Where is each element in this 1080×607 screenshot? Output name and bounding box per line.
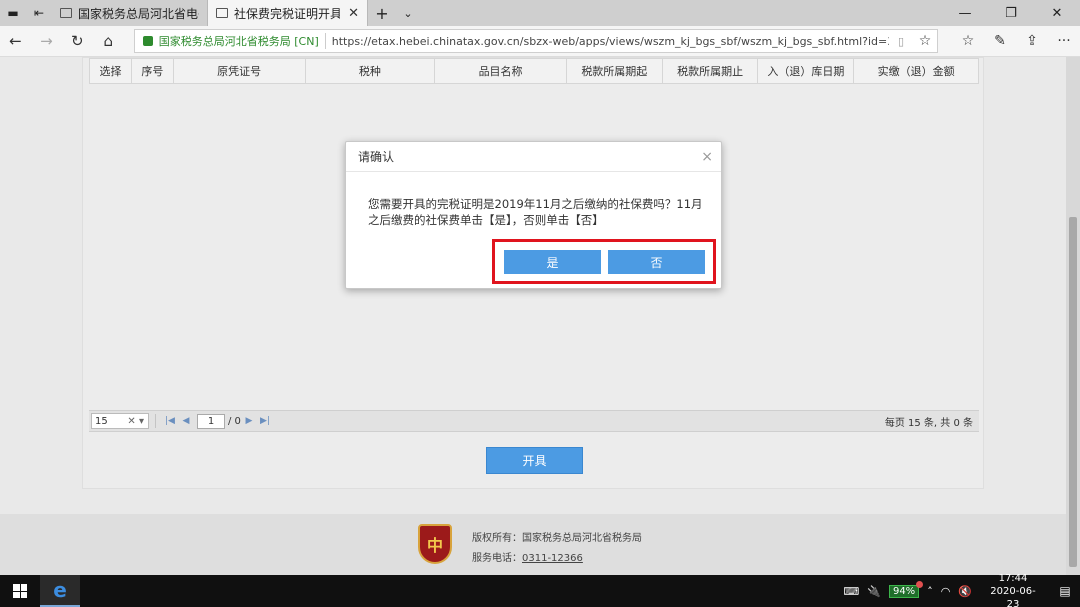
dialog-header: 请确认 × (346, 142, 721, 172)
last-page-icon[interactable]: ▶| (257, 416, 273, 426)
volume-muted-icon[interactable]: 🔇 (958, 585, 972, 598)
new-tab-button[interactable]: + (368, 0, 396, 26)
table-header: 选择 序号 原凭证号 税种 品目名称 税款所属期起 税款所属期止 入（退）库日期… (89, 58, 979, 84)
total-pages: / 0 (228, 415, 241, 427)
scrollbar-thumb[interactable] (1069, 217, 1077, 567)
close-icon[interactable]: × (701, 149, 713, 165)
tab-actions-icon[interactable]: ▬ (0, 0, 26, 26)
no-button[interactable]: 否 (608, 250, 705, 274)
favorites-icon[interactable]: ☆ (952, 33, 984, 49)
page-number-input[interactable]: 1 (197, 413, 225, 429)
page-scrollbar[interactable] (1066, 57, 1080, 575)
web-page: 选择 序号 原凭证号 税种 品目名称 税款所属期起 税款所属期止 入（退）库日期… (0, 57, 1066, 575)
next-page-icon[interactable]: ▶ (241, 416, 257, 426)
home-icon[interactable]: ⌂ (93, 26, 124, 57)
time: 17:44 (998, 572, 1028, 584)
column-header: 入（退）库日期 (758, 59, 855, 83)
pagination-bar: 15 ✕ ▾ |◀ ◀ 1 / 0 ▶ ▶| 每页 15 条, 共 0 条 (89, 410, 979, 432)
window-controls: — ❐ ✕ (942, 0, 1080, 26)
issue-button[interactable]: 开具 (486, 447, 583, 474)
favorite-star-icon[interactable]: ☆ (913, 33, 937, 49)
browser-tab[interactable]: 国家税务总局河北省电子税 (52, 0, 208, 26)
start-button[interactable] (0, 575, 40, 607)
service-phone: 服务电话：0311-12366 (472, 549, 583, 564)
address-bar[interactable]: 国家税务总局河北省税务局 [CN] https://etax.hebei.chi… (133, 29, 939, 53)
plug-icon: 🔌 (867, 584, 881, 598)
column-header: 品目名称 (435, 59, 567, 83)
close-window-icon[interactable]: ✕ (1034, 0, 1080, 26)
forward-arrow-icon[interactable]: → (31, 26, 62, 57)
column-header: 税种 (306, 59, 436, 83)
column-header: 原凭证号 (174, 59, 306, 83)
site-identity: 国家税务总局河北省税务局 [CN] (159, 33, 326, 49)
windows-logo-icon (13, 584, 27, 598)
edge-icon[interactable]: e (40, 575, 80, 607)
browser-tab-active[interactable]: 社保费完税证明开具（非 ✕ (208, 0, 368, 26)
tab-menu-chevron-icon[interactable]: ⌄ (396, 0, 420, 26)
date: 2020-06-23 (990, 585, 1036, 607)
footer: 中 版权所有：国家税务总局河北省税务局 服务电话：0311-12366 (0, 514, 1066, 575)
phone-link[interactable]: 0311-12366 (522, 553, 583, 564)
chevron-up-icon[interactable]: ˄ (927, 585, 933, 598)
lock-icon (142, 36, 153, 46)
alert-dot (916, 580, 924, 588)
page-size-value: 15 (95, 415, 108, 427)
first-page-icon[interactable]: |◀ (162, 416, 178, 426)
taskbar: e ⌨ 🔌 94% ˄ ◠ 🔇 17:44 2020-06-23 ▤ (0, 572, 1080, 607)
system-tray: ⌨ 🔌 94% ˄ ◠ 🔇 17:44 2020-06-23 ▤ (839, 572, 1080, 607)
share-icon[interactable]: ⇪ (1016, 33, 1048, 49)
dialog-title: 请确认 (358, 150, 395, 164)
set-aside-tabs-icon[interactable]: ⇤ (26, 0, 52, 26)
browser-toolbar: ← → ↻ ⌂ 国家税务总局河北省税务局 [CN] https://etax.h… (0, 26, 1080, 57)
browser-tab-bar: ▬ ⇤ 国家税务总局河北省电子税 社保费完税证明开具（非 ✕ + ⌄ — ❐ ✕ (0, 0, 1080, 26)
tax-emblem-icon: 中 (418, 524, 452, 564)
confirm-dialog: 请确认 × 您需要开具的完税证明是2019年11月之后缴纳的社保费吗？11月之后… (345, 141, 722, 289)
prev-page-icon[interactable]: ◀ (178, 416, 194, 426)
divider (155, 414, 156, 428)
keyboard-icon[interactable]: ⌨ (843, 585, 859, 598)
restore-icon[interactable]: ❐ (988, 0, 1034, 26)
pen-icon[interactable]: ✎ (984, 33, 1016, 49)
page-icon (216, 8, 228, 18)
clock[interactable]: 17:44 2020-06-23 (984, 572, 1042, 607)
page-size-select[interactable]: 15 ✕ ▾ (91, 413, 149, 429)
wifi-icon[interactable]: ◠ (941, 585, 951, 598)
battery-level: 94% (892, 585, 916, 597)
yes-button[interactable]: 是 (504, 250, 601, 274)
refresh-icon[interactable]: ↻ (62, 26, 93, 57)
column-header: 序号 (132, 59, 174, 83)
tab-title: 国家税务总局河北省电子税 (78, 6, 199, 21)
column-header: 税款所属期起 (567, 59, 663, 83)
page-info: 每页 15 条, 共 0 条 (884, 417, 973, 429)
phone-label: 服务电话： (472, 553, 522, 564)
copyright-text: 版权所有：国家税务总局河北省税务局 (472, 533, 642, 544)
back-arrow-icon[interactable]: ← (0, 26, 31, 57)
minimize-icon[interactable]: — (942, 0, 988, 26)
clear-icon[interactable]: ✕ ▾ (127, 416, 144, 427)
notification-icon[interactable]: ▤ (1050, 584, 1080, 598)
highlight-box: 是 否 (492, 239, 716, 284)
column-header: 税款所属期止 (663, 59, 759, 83)
dialog-message: 您需要开具的完税证明是2019年11月之后缴纳的社保费吗？11月之后缴费的社保费… (368, 197, 703, 227)
page-icon (60, 8, 72, 18)
battery-indicator[interactable]: 94% (888, 580, 924, 598)
more-icon[interactable]: ··· (1048, 33, 1080, 49)
column-header: 选择 (90, 59, 132, 83)
url-text[interactable]: https://etax.hebei.chinatax.gov.cn/sbzx-… (332, 35, 889, 48)
column-header: 实缴（退）金额 (877, 65, 955, 78)
reading-view-icon[interactable]: ▯ (889, 35, 913, 48)
toolbar-right: ☆ ✎ ⇪ ··· (952, 33, 1080, 49)
tab-title: 社保费完税证明开具（非 (234, 6, 340, 21)
close-tab-icon[interactable]: ✕ (348, 6, 359, 21)
